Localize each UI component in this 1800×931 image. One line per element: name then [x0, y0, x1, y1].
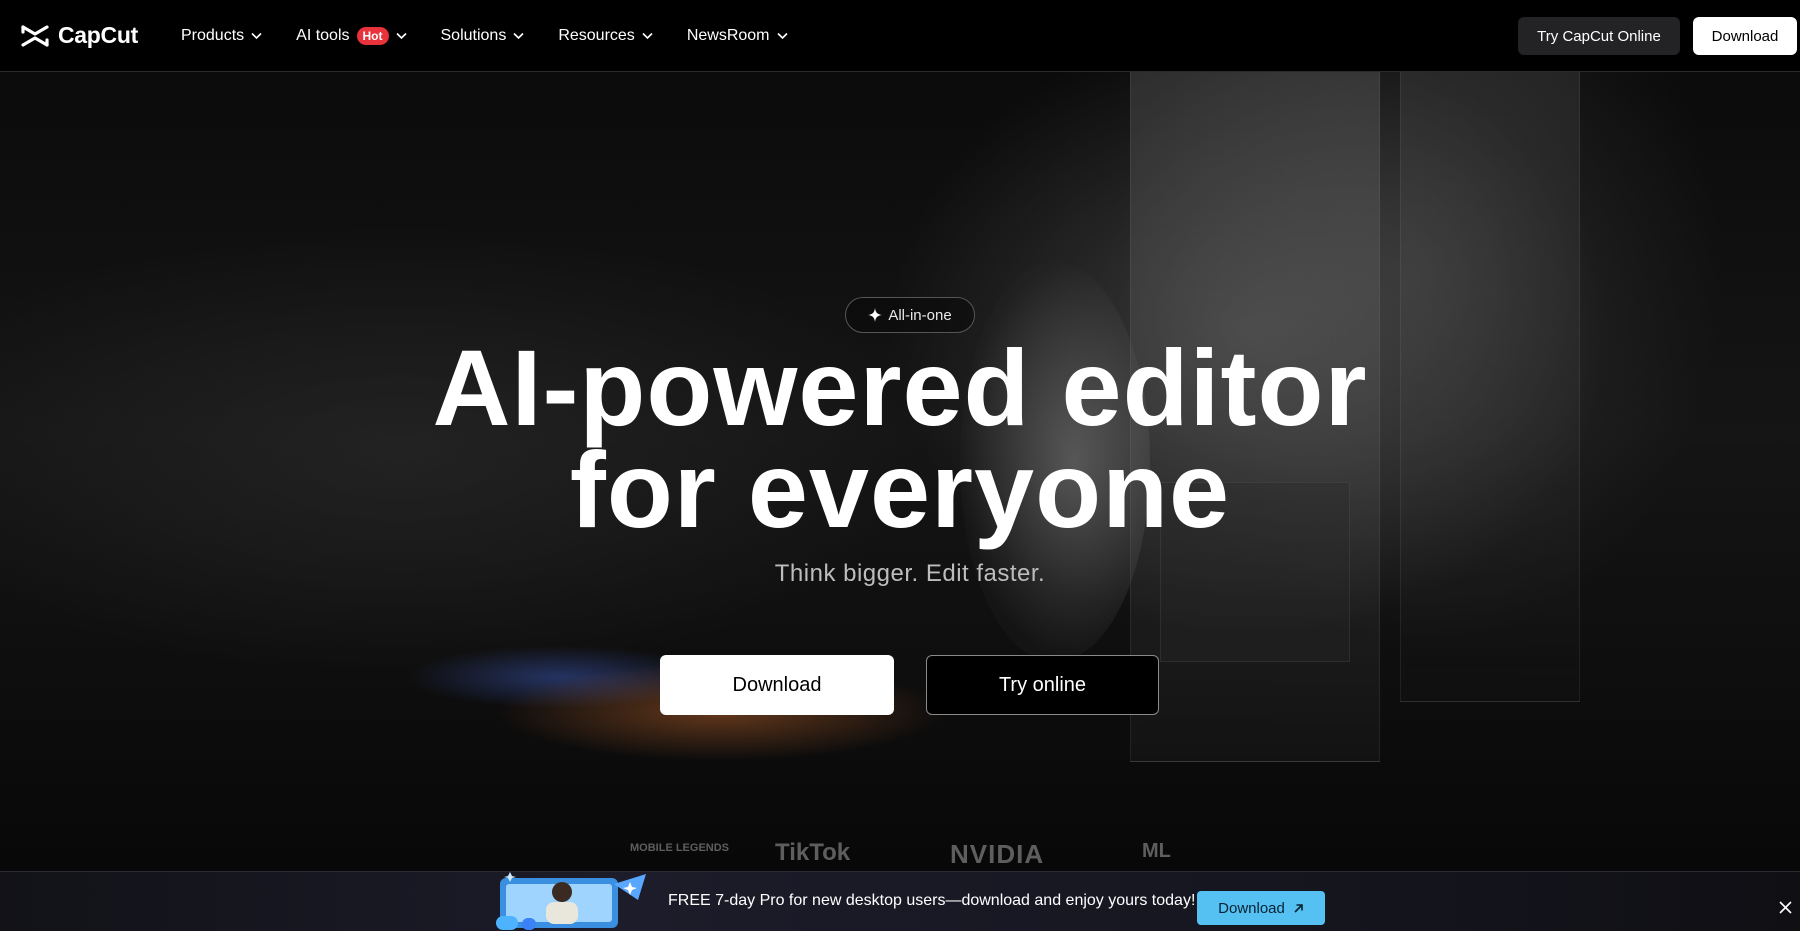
sparkle-icon — [868, 308, 883, 322]
partner-logo-partial: ML — [1142, 840, 1171, 862]
chevron-down-icon — [776, 32, 788, 40]
try-capcut-online-button[interactable]: Try CapCut Online — [1518, 17, 1680, 55]
tiktok-logo: TikTok — [775, 839, 851, 866]
nav-ai-tools[interactable]: AI tools Hot — [296, 0, 407, 72]
promo-illustration — [496, 872, 646, 930]
hero-section: All-in-one AI-powered editor for everyon… — [0, 72, 1800, 871]
nav-products-label: Products — [181, 27, 245, 44]
nav-products[interactable]: Products — [181, 0, 262, 72]
logo-text: CapCut — [58, 22, 138, 48]
nav-resources[interactable]: Resources — [558, 0, 653, 72]
hero-download-button[interactable]: Download — [660, 655, 894, 715]
nav-resources-label: Resources — [558, 27, 635, 44]
chevron-down-icon — [513, 32, 524, 40]
close-icon[interactable] — [1778, 900, 1793, 915]
chevron-down-icon — [251, 32, 262, 40]
mobile-legends-logo: MOBILE LEGENDS — [630, 842, 730, 854]
nav-ai-tools-label: AI tools — [296, 27, 350, 44]
capcut-logo[interactable]: CapCut — [20, 22, 138, 49]
hot-badge: Hot — [356, 27, 389, 45]
hero-title-line2: for everyone — [569, 429, 1231, 550]
nvidia-logo: NVIDIA — [950, 839, 1045, 869]
promo-download-label: Download — [1218, 899, 1285, 917]
nav-solutions-label: Solutions — [440, 27, 507, 44]
nav-solutions[interactable]: Solutions — [441, 0, 525, 72]
all-in-one-label: All-in-one — [888, 306, 952, 324]
hero-try-online-button[interactable]: Try online — [926, 655, 1159, 715]
main-nav: Products AI tools Hot Solutions Resource… — [181, 0, 822, 72]
nav-newsroom[interactable]: NewsRoom — [687, 0, 788, 72]
arrow-up-right-icon — [1294, 903, 1303, 913]
capcut-logo-icon — [21, 24, 49, 47]
chevron-down-icon — [395, 32, 407, 40]
hero-subtitle: Think bigger. Edit faster. — [774, 560, 1046, 587]
header-download-button[interactable]: Download — [1693, 17, 1797, 55]
hero-title: AI-powered editor for everyone — [300, 334, 1500, 544]
promo-text: FREE 7-day Pro for new desktop users—dow… — [668, 892, 1196, 909]
nav-newsroom-label: NewsRoom — [686, 27, 770, 44]
top-nav-bar: CapCut Products AI tools Hot Solutions R… — [0, 0, 1800, 72]
promo-download-button[interactable]: Download — [1197, 891, 1325, 925]
chevron-down-icon — [642, 32, 653, 40]
partner-logos: MOBILE LEGENDS TikTok NVIDIA ML — [620, 837, 1220, 871]
promo-banner: FREE 7-day Pro for new desktop users—dow… — [0, 871, 1800, 931]
